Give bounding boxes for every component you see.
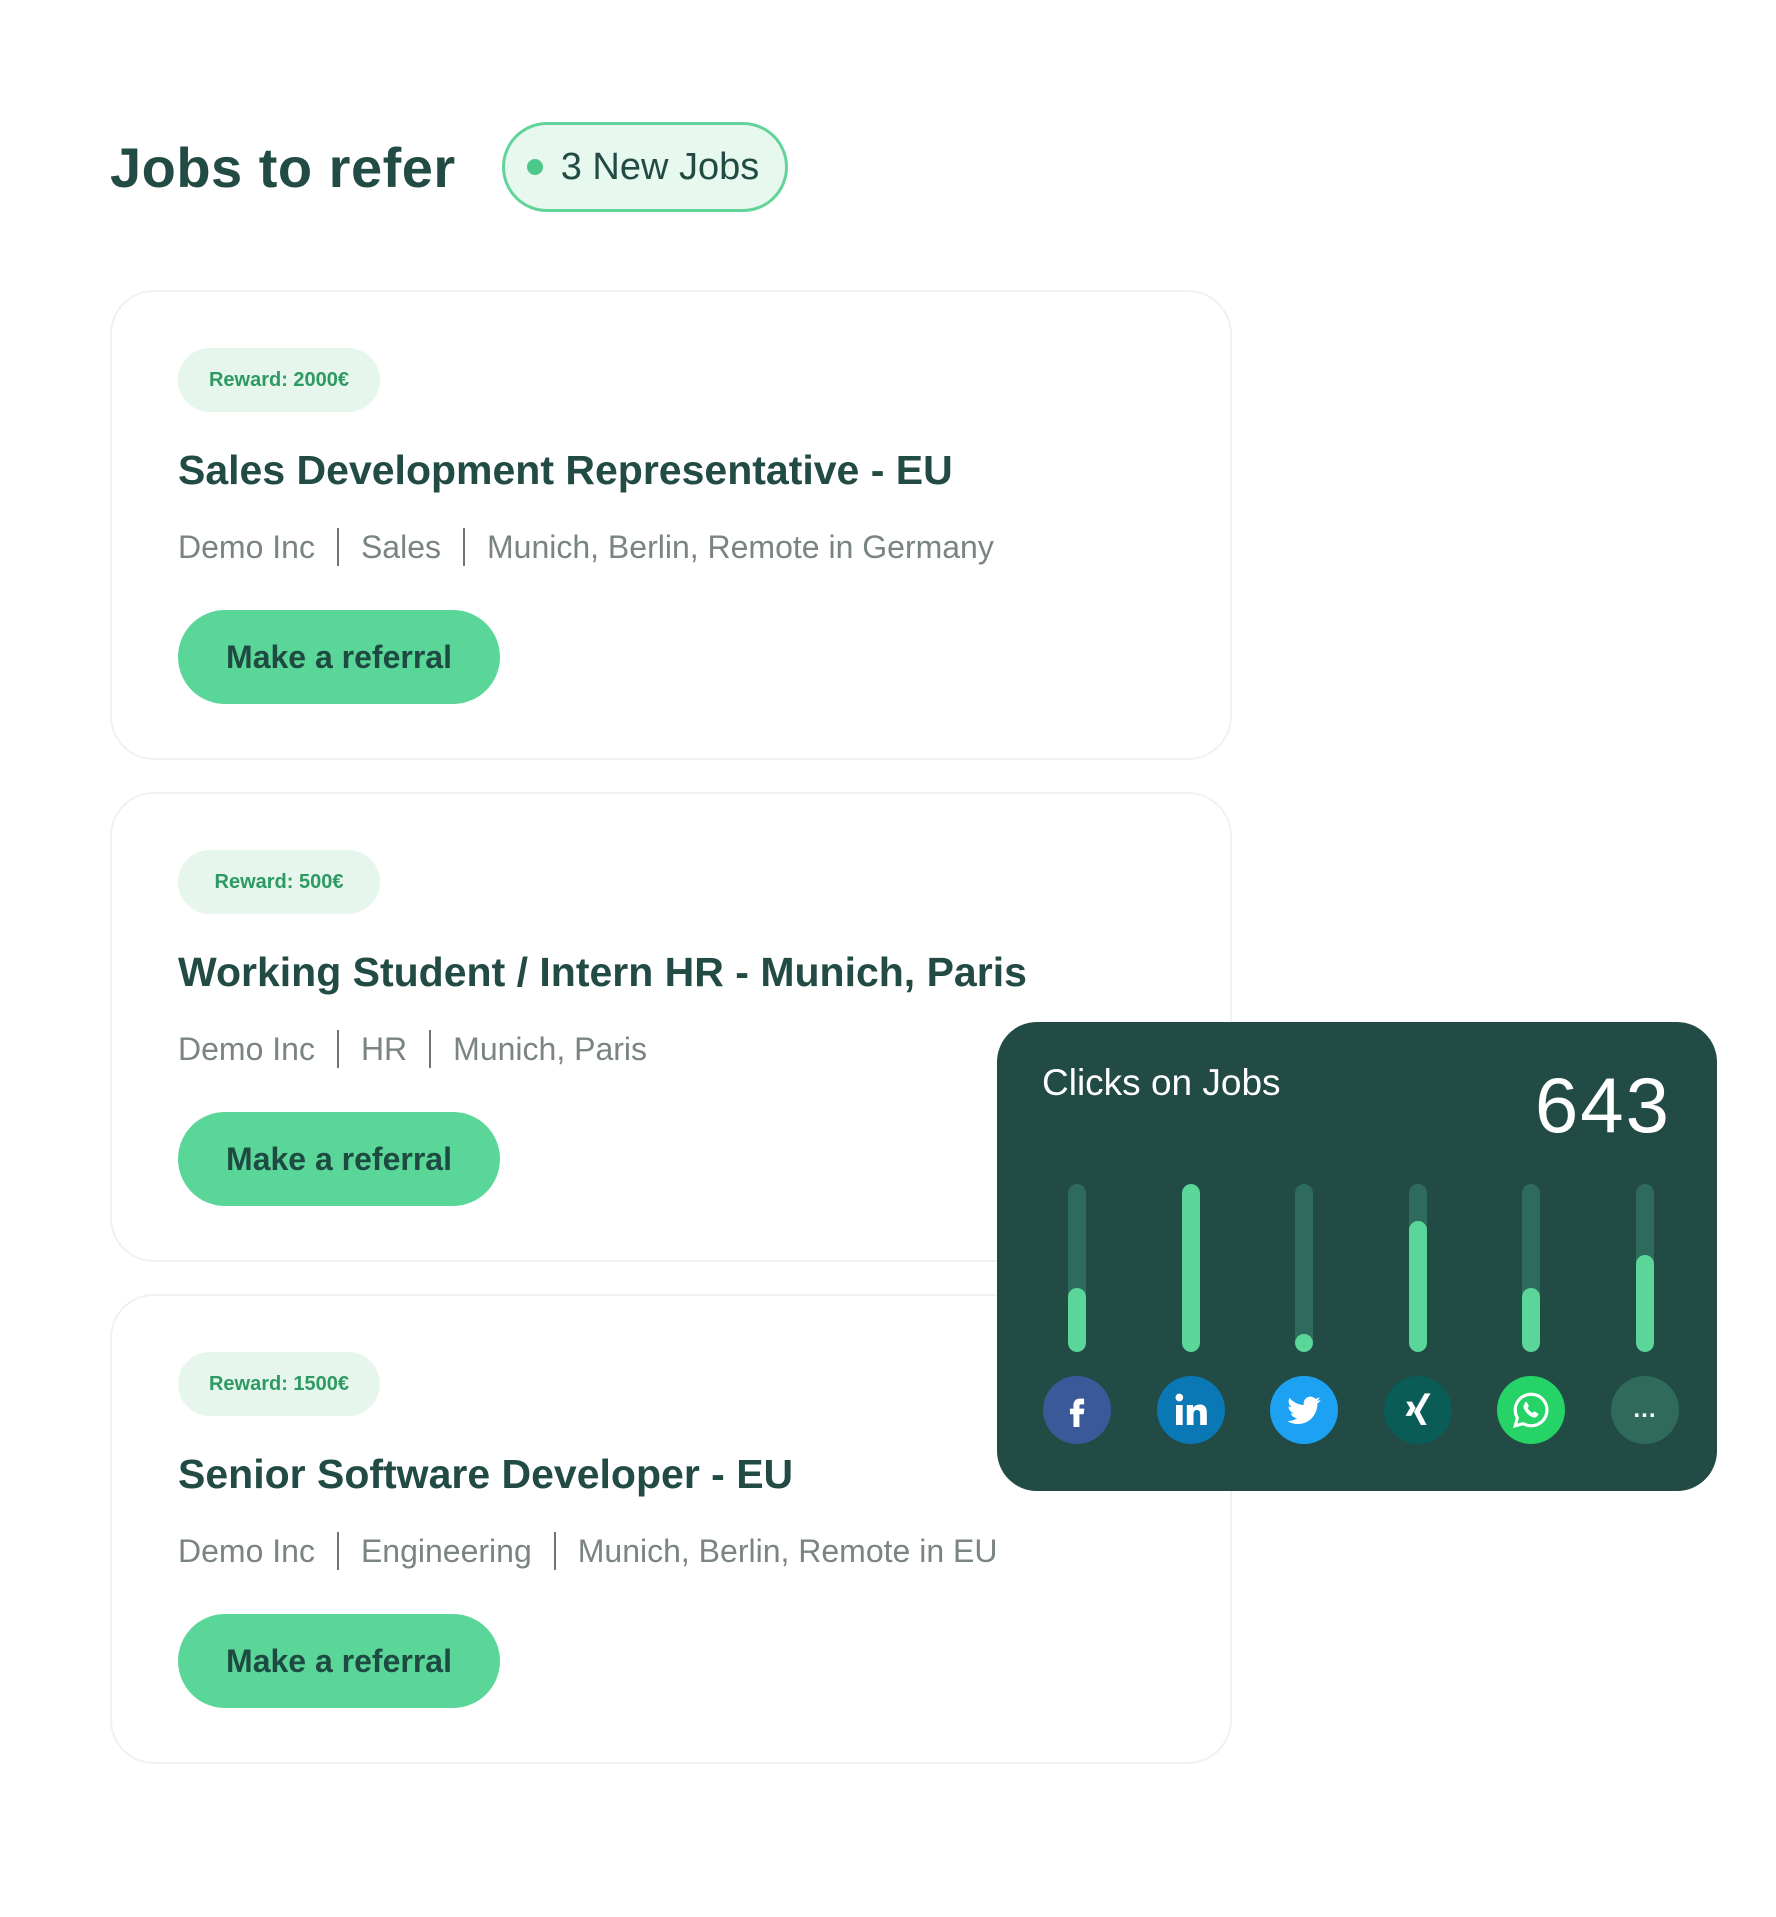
facebook-bar [1068,1184,1086,1352]
make-referral-button[interactable]: Make a referral [178,1112,500,1206]
job-meta: Demo Inc HR Munich, Paris [178,1030,647,1068]
new-jobs-badge: 3 New Jobs [501,122,789,212]
job-card: Reward: 2000€ Sales Development Represen… [110,290,1232,760]
twitter-icon[interactable] [1270,1376,1339,1444]
job-company: Demo Inc [178,1030,315,1067]
reward-badge: Reward: 2000€ [178,348,380,412]
linkedin-bar [1181,1184,1200,1352]
stats-count: 643 [1534,1061,1671,1149]
job-company: Demo Inc [178,1532,315,1569]
meta-divider [462,528,465,566]
job-locations: Munich, Berlin, Remote in EU [577,1532,998,1569]
more-icon[interactable]: ... [1611,1376,1679,1444]
job-department: Sales [360,528,441,565]
xing-icon[interactable] [1383,1376,1452,1444]
meta-divider [336,1532,339,1570]
status-dot-icon [526,159,543,175]
whatsapp-bar [1522,1184,1541,1352]
job-department: HR [360,1030,408,1067]
job-locations: Munich, Paris [453,1030,647,1067]
more-bar [1636,1184,1654,1352]
job-locations: Munich, Berlin, Remote in Germany [486,528,994,565]
job-title[interactable]: Working Student / Intern HR - Munich, Pa… [178,949,1027,996]
more-icon-label: ... [1633,1396,1657,1423]
linkedin-bar-fill [1181,1184,1200,1352]
job-company: Demo Inc [178,528,315,565]
meta-divider [336,1030,339,1068]
page-header: Jobs to refer 3 New Jobs [110,122,789,212]
xing-bar-fill [1408,1221,1427,1352]
twitter-bar [1295,1184,1314,1352]
job-department: Engineering [360,1532,532,1569]
page-title: Jobs to refer [110,135,456,199]
meta-divider [336,528,339,566]
reward-badge: Reward: 1500€ [178,1352,380,1416]
job-meta: Demo Inc Engineering Munich, Berlin, Rem… [178,1532,997,1570]
job-title[interactable]: Sales Development Representative - EU [178,447,953,494]
make-referral-button[interactable]: Make a referral [178,1614,500,1708]
facebook-bar-fill [1068,1288,1086,1352]
job-meta: Demo Inc Sales Munich, Berlin, Remote in… [178,528,994,566]
job-title[interactable]: Senior Software Developer - EU [178,1451,793,1498]
whatsapp-icon[interactable] [1497,1376,1566,1444]
channel-bars [1043,1184,1679,1352]
make-referral-button[interactable]: Make a referral [178,610,500,704]
new-jobs-badge-label: 3 New Jobs [560,145,760,188]
more-bar-fill [1636,1255,1654,1352]
share-channel-icons: ... [1043,1376,1679,1446]
whatsapp-bar-fill [1522,1288,1541,1352]
meta-divider [429,1030,432,1068]
stats-title: Clicks on Jobs [1042,1062,1281,1103]
twitter-bar-fill [1295,1334,1314,1352]
reward-badge: Reward: 500€ [178,850,380,914]
xing-bar [1408,1184,1427,1352]
meta-divider [553,1532,556,1570]
linkedin-icon[interactable] [1156,1376,1225,1444]
clicks-stats-widget: Clicks on Jobs 643 ... [997,1022,1717,1491]
facebook-icon[interactable] [1043,1376,1111,1444]
